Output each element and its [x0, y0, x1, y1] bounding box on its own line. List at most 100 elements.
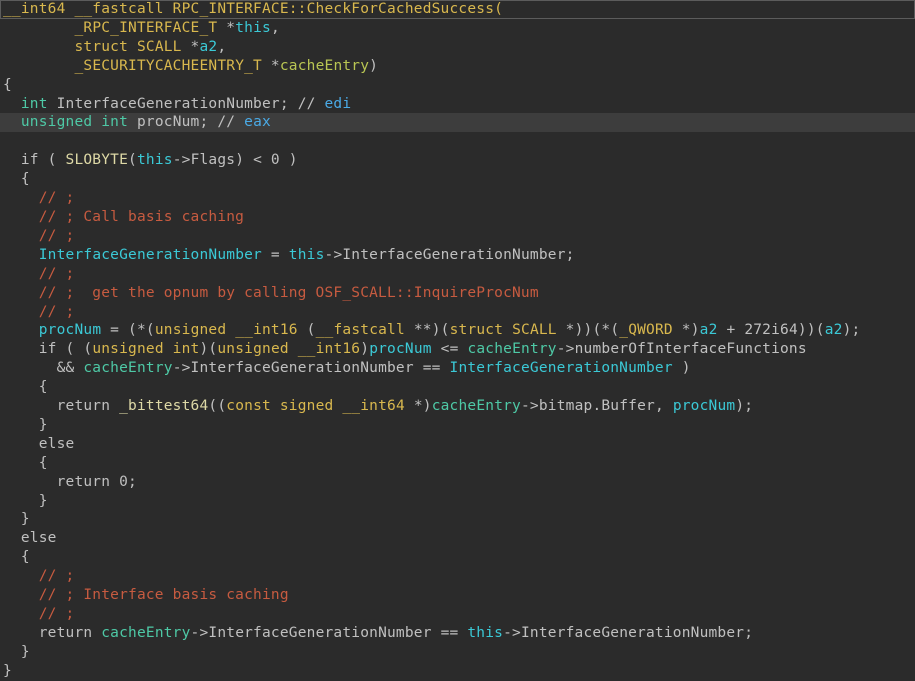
- code-line[interactable]: // ;: [0, 189, 915, 208]
- code-token[interactable]: }: [3, 417, 48, 433]
- code-token[interactable]: }: [3, 663, 12, 679]
- code-line[interactable]: // ; get the opnum by calling OSF_SCALL:…: [0, 284, 915, 303]
- code-token[interactable]: *: [262, 58, 280, 74]
- code-token[interactable]: InterfaceGenerationNumber: [450, 360, 673, 376]
- code-token[interactable]: cacheEntry: [83, 360, 172, 376]
- code-token[interactable]: ->InterfaceGenerationNumber;: [503, 625, 753, 641]
- code-token[interactable]: // ;: [3, 304, 74, 320]
- code-token[interactable]: _SECURITYCACHEENTRY_T: [74, 58, 262, 74]
- code-token[interactable]: procNum: [39, 322, 102, 338]
- code-token[interactable]: this: [289, 247, 325, 263]
- code-token[interactable]: {: [3, 379, 48, 395]
- code-token[interactable]: if ( (: [3, 341, 92, 357]
- code-token[interactable]: (: [128, 152, 137, 168]
- code-token[interactable]: int: [21, 96, 48, 112]
- code-token[interactable]: (: [298, 322, 316, 338]
- code-line[interactable]: }: [0, 510, 915, 529]
- code-line[interactable]: {: [0, 170, 915, 189]
- code-line[interactable]: {: [0, 378, 915, 397]
- code-line[interactable]: __int64 __fastcall RPC_INTERFACE::CheckF…: [0, 0, 915, 19]
- code-token[interactable]: // ;: [3, 606, 74, 622]
- code-line[interactable]: else: [0, 435, 915, 454]
- code-line[interactable]: }: [0, 662, 915, 681]
- code-token[interactable]: // ;: [3, 190, 74, 206]
- code-token[interactable]: ): [369, 58, 378, 74]
- code-token[interactable]: // ; get the opnum by calling OSF_SCALL:…: [3, 285, 539, 301]
- code-line[interactable]: int InterfaceGenerationNumber; // edi: [0, 95, 915, 114]
- code-token[interactable]: [3, 247, 39, 263]
- code-token[interactable]: + 272i64))(: [718, 322, 825, 338]
- code-token[interactable]: *: [217, 20, 235, 36]
- code-token[interactable]: // ;: [3, 266, 74, 282]
- code-token[interactable]: procNum: [369, 341, 432, 357]
- code-token[interactable]: )(: [199, 341, 217, 357]
- code-line[interactable]: _SECURITYCACHEENTRY_T *cacheEntry): [0, 57, 915, 76]
- code-token[interactable]: &&: [3, 360, 83, 376]
- code-token[interactable]: // ; Call basis caching: [3, 209, 244, 225]
- code-token[interactable]: [3, 39, 74, 55]
- code-line[interactable]: // ; Call basis caching: [0, 208, 915, 227]
- code-token[interactable]: [3, 322, 39, 338]
- code-token[interactable]: [3, 114, 21, 130]
- code-line[interactable]: {: [0, 76, 915, 95]
- code-line[interactable]: [0, 132, 915, 151]
- code-token[interactable]: cacheEntry: [432, 398, 521, 414]
- code-token[interactable]: eax: [244, 114, 271, 130]
- pseudocode-view[interactable]: __int64 __fastcall RPC_INTERFACE::CheckF…: [0, 0, 915, 681]
- code-token[interactable]: ,: [271, 20, 280, 36]
- code-token[interactable]: = (*(: [101, 322, 155, 338]
- code-token[interactable]: InterfaceGenerationNumber: [39, 247, 262, 263]
- code-token[interactable]: return: [3, 625, 101, 641]
- code-token[interactable]: else: [3, 530, 57, 546]
- code-token[interactable]: InterfaceGenerationNumber; //: [48, 96, 325, 112]
- code-token[interactable]: [3, 20, 74, 36]
- code-line[interactable]: procNum = (*(unsigned __int16 (__fastcal…: [0, 321, 915, 340]
- code-token[interactable]: unsigned int: [21, 114, 128, 130]
- code-token[interactable]: return: [3, 398, 119, 414]
- code-line[interactable]: {: [0, 548, 915, 567]
- code-line[interactable]: // ; Interface basis caching: [0, 586, 915, 605]
- code-token[interactable]: unsigned __int16: [217, 341, 360, 357]
- code-token[interactable]: edi: [325, 96, 352, 112]
- code-token[interactable]: ): [360, 341, 369, 357]
- code-token[interactable]: a2: [825, 322, 843, 338]
- code-line[interactable]: }: [0, 643, 915, 662]
- code-line[interactable]: if ( (unsigned int)(unsigned __int16)pro…: [0, 340, 915, 359]
- code-token[interactable]: this: [137, 152, 173, 168]
- code-token[interactable]: *: [182, 39, 200, 55]
- code-token[interactable]: if (: [3, 152, 66, 168]
- code-line[interactable]: return _bittest64((const signed __int64 …: [0, 397, 915, 416]
- code-token[interactable]: struct SCALL: [450, 322, 557, 338]
- code-token[interactable]: );: [843, 322, 861, 338]
- code-token[interactable]: _bittest64: [119, 398, 208, 414]
- code-line[interactable]: if ( SLOBYTE(this->Flags) < 0 ): [0, 151, 915, 170]
- code-token[interactable]: }: [3, 511, 30, 527]
- code-token[interactable]: *): [673, 322, 700, 338]
- code-token[interactable]: {: [3, 77, 12, 93]
- code-token[interactable]: _QWORD: [619, 322, 673, 338]
- code-token[interactable]: // ;: [3, 228, 74, 244]
- code-token[interactable]: );: [735, 398, 753, 414]
- code-line[interactable]: return cacheEntry->InterfaceGenerationNu…: [0, 624, 915, 643]
- code-token[interactable]: <=: [432, 341, 468, 357]
- code-token[interactable]: cacheEntry: [280, 58, 369, 74]
- code-token[interactable]: a2: [200, 39, 218, 55]
- code-token[interactable]: ->InterfaceGenerationNumber ==: [173, 360, 450, 376]
- code-token[interactable]: =: [262, 247, 289, 263]
- code-token[interactable]: }: [3, 493, 48, 509]
- code-token[interactable]: ->InterfaceGenerationNumber;: [325, 247, 575, 263]
- code-line[interactable]: && cacheEntry->InterfaceGenerationNumber…: [0, 359, 915, 378]
- code-token[interactable]: const signed __int64: [226, 398, 405, 414]
- code-token[interactable]: }: [3, 644, 30, 660]
- code-token[interactable]: *))(*(: [557, 322, 620, 338]
- code-token[interactable]: this: [467, 625, 503, 641]
- code-token[interactable]: {: [3, 455, 48, 471]
- code-token[interactable]: // ; Interface basis caching: [3, 587, 289, 603]
- code-line[interactable]: InterfaceGenerationNumber = this->Interf…: [0, 246, 915, 265]
- code-token[interactable]: **)(: [405, 322, 450, 338]
- code-token[interactable]: ,: [217, 39, 226, 55]
- code-line[interactable]: _RPC_INTERFACE_T *this,: [0, 19, 915, 38]
- code-token[interactable]: [3, 58, 74, 74]
- code-token[interactable]: ->bitmap.Buffer,: [521, 398, 673, 414]
- code-token[interactable]: procNum: [673, 398, 736, 414]
